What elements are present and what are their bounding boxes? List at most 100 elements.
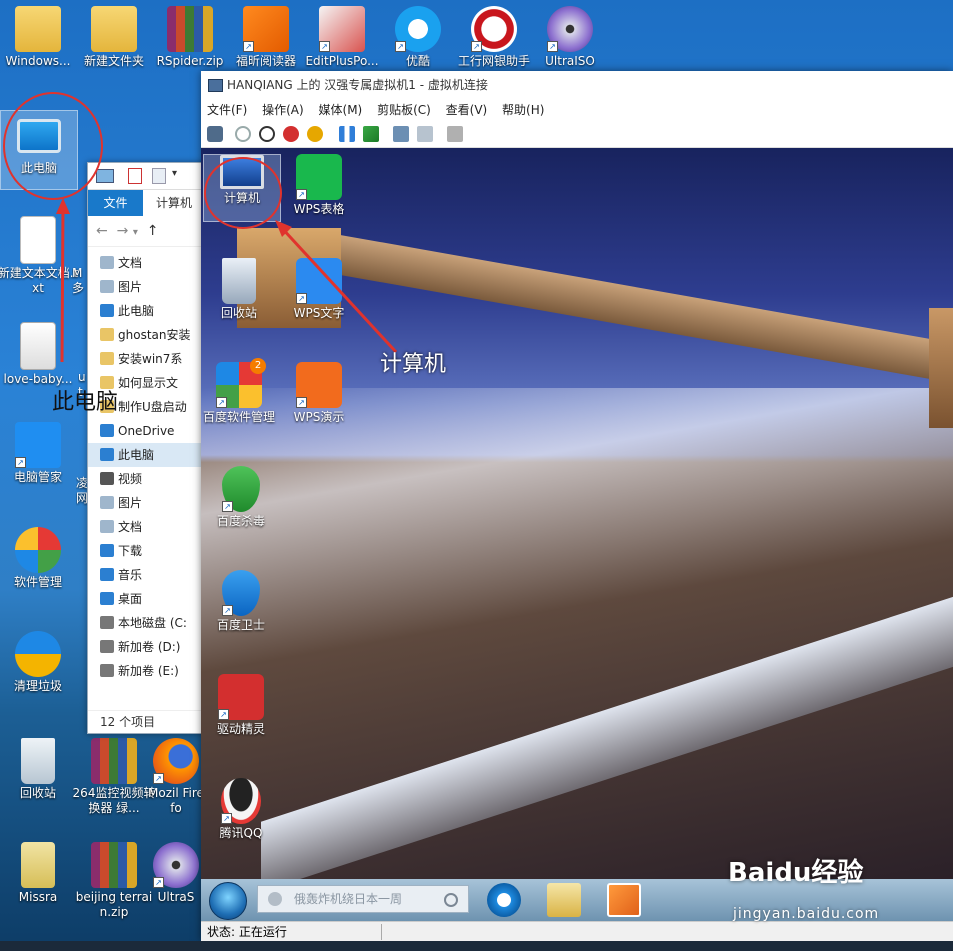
qq-icon: ↗ [221, 778, 261, 824]
file-explorer-window[interactable]: ▾ 文件 计算机 ← → ▾ ↑ 文档 图片 此电脑 ghostan安装 安装win7系… [87, 162, 209, 734]
tree-item[interactable]: 安装win7系 [88, 347, 208, 371]
ctrl-alt-del-icon[interactable] [207, 126, 223, 142]
desktop-icon-love-baby[interactable]: love-baby... [0, 322, 80, 387]
desktop-icon-foxit[interactable]: ↗ 福昕阅读器 [224, 6, 308, 69]
tree-item-label: 安装win7系 [118, 352, 183, 366]
tree-item-label: OneDrive [118, 424, 175, 438]
menu-help[interactable]: 帮助(H) [502, 103, 544, 117]
desktop-icon-pc-manager[interactable]: ↗ 电脑管家 [0, 422, 80, 485]
guest-icon-qq[interactable]: ↗ 腾讯QQ [203, 778, 279, 840]
desktop-icon-youku[interactable]: ↗ 优酷 [376, 6, 460, 69]
desktop-icon-icbc[interactable]: ↗ 工行网银助手 [452, 6, 536, 69]
desktop-icon-missra[interactable]: Missra [0, 842, 80, 905]
computer-icon [96, 169, 114, 183]
start-icon[interactable] [235, 126, 251, 142]
desktop-icon-software-manager[interactable]: 软件管理 [0, 527, 80, 590]
guest-icon-baidu-antivirus[interactable]: ↗ 百度杀毒 [203, 466, 279, 528]
tree-item-icon [100, 448, 114, 461]
forward-icon[interactable]: → [117, 223, 129, 239]
folder-icon [91, 6, 137, 52]
desktop-icon-windows[interactable]: Windows... [0, 6, 80, 69]
menu-view[interactable]: 查看(V) [446, 103, 488, 117]
highlight-circle-this-pc [3, 92, 103, 200]
tree-item[interactable]: 新加卷 (D:) [88, 635, 208, 659]
properties-icon[interactable] [128, 168, 142, 184]
search-icon[interactable] [444, 893, 458, 907]
vm-guest-screen[interactable]: 计算机 ↗ WPS表格 回收站 ↗ WPS文字 2 ↗ 百度软件管理 ↗ WPS… [201, 148, 953, 879]
tree-item[interactable]: 文档 [88, 515, 208, 539]
revert-icon[interactable] [417, 126, 433, 142]
driver-genius-icon: ↗ [218, 674, 264, 720]
desktop-icon-ultraiso[interactable]: ↗ UltraISO [528, 6, 612, 69]
tree-item[interactable]: OneDrive [88, 419, 208, 443]
menu-file[interactable]: 文件(F) [207, 103, 247, 117]
tree-item-label: 图片 [118, 496, 143, 510]
guest-icon-wps-presentation[interactable]: ↗ WPS演示 [281, 362, 357, 424]
resume-icon[interactable] [363, 126, 379, 142]
baidu-antivirus-icon: ↗ [222, 466, 260, 512]
desktop-icon-rspider-zip[interactable]: RSpider.zip [148, 6, 232, 69]
text-file-icon [20, 216, 56, 264]
firefox-icon: ↗ [153, 738, 199, 784]
media-player-icon[interactable] [607, 883, 641, 917]
internet-explorer-icon[interactable] [487, 883, 521, 917]
desktop-icon-new-folder[interactable]: 新建文件夹 [72, 6, 156, 69]
back-icon[interactable]: ← [96, 223, 108, 239]
desktop-icon-ultraiso-2[interactable]: ↗ UltraS [148, 842, 204, 905]
winrar-icon [91, 842, 137, 888]
menu-action[interactable]: 操作(A) [262, 103, 304, 117]
tree-item-label: 桌面 [118, 592, 143, 606]
tree-item-icon [100, 568, 114, 581]
tab-file[interactable]: 文件 [88, 190, 143, 216]
desktop-icon-beijing-zip[interactable]: beijing terrain.zip [72, 842, 156, 920]
tree-item[interactable]: 图片 [88, 491, 208, 515]
tree-item[interactable]: 此电脑 [88, 443, 208, 467]
guest-icon-wps-writer[interactable]: ↗ WPS文字 [281, 258, 357, 320]
tree-item[interactable]: 下载 [88, 539, 208, 563]
desktop-icon-new-text[interactable]: 新建文本文档.txt [0, 216, 80, 296]
tree-item-label: 音乐 [118, 568, 143, 582]
menu-media[interactable]: 媒体(M) [319, 103, 363, 117]
tree-item[interactable]: 文档 [88, 251, 208, 275]
ultraiso-icon: ↗ [153, 842, 199, 888]
guest-icon-wps-spreadsheet[interactable]: ↗ WPS表格 [281, 154, 357, 216]
guest-icon-driver-genius[interactable]: ↗ 驱动精灵 [203, 674, 279, 736]
tree-item-label: 文档 [118, 520, 143, 534]
save-icon[interactable] [307, 126, 323, 142]
turn-off-icon[interactable] [259, 126, 275, 142]
tree-item[interactable]: 桌面 [88, 587, 208, 611]
desktop-icon-partial[interactable]: M 多 [72, 216, 86, 296]
desktop-icon-recycle-bin[interactable]: 回收站 [0, 738, 80, 801]
notification-badge: 2 [250, 358, 266, 374]
guest-icon-recycle-bin[interactable]: 回收站 [201, 258, 277, 320]
menu-clipboard[interactable]: 剪贴板(C) [377, 103, 431, 117]
desktop-icon-cleanup[interactable]: 清理垃圾 [0, 631, 80, 694]
new-folder-icon[interactable] [152, 168, 166, 184]
chevron-down-icon[interactable]: ▾ [133, 227, 138, 238]
up-icon[interactable]: ↑ [147, 223, 159, 239]
tree-item[interactable]: 图片 [88, 275, 208, 299]
guest-icon-baidu-software[interactable]: 2 ↗ 百度软件管理 [201, 358, 277, 424]
shutdown-icon[interactable] [283, 126, 299, 142]
desktop-icon-firefox[interactable]: ↗ Mozil Firefo [148, 738, 204, 816]
start-button[interactable] [209, 882, 247, 920]
file-explorer-icon[interactable] [547, 883, 581, 917]
desktop-icon-editplus[interactable]: ↗ EditPlusPo... [300, 6, 384, 69]
guest-icon-baidu-guard[interactable]: ↗ 百度卫士 [203, 570, 279, 632]
tree-item[interactable]: 音乐 [88, 563, 208, 587]
tree-item[interactable]: 本地磁盘 (C: [88, 611, 208, 635]
tree-item-label: 此电脑 [118, 304, 155, 318]
tab-computer[interactable]: 计算机 [156, 190, 192, 216]
dropdown-icon[interactable]: ▾ [172, 168, 177, 179]
tree-item[interactable]: 视频 [88, 467, 208, 491]
checkpoint-icon[interactable] [393, 126, 409, 142]
vm-connection-window[interactable]: HANQIANG 上的 汉强专属虚拟机1 - 虚拟机连接 文件(F) 操作(A)… [201, 71, 953, 941]
tree-item[interactable]: ghostan安装 [88, 323, 208, 347]
search-input[interactable]: 俄轰炸机绕日本一周 [257, 885, 469, 913]
pause-icon[interactable] [339, 126, 355, 142]
baidu-jingyan-watermark: Baidu经验 [728, 858, 864, 888]
enhanced-session-icon[interactable] [447, 126, 463, 142]
tree-item[interactable]: 新加卷 (E:) [88, 659, 208, 683]
tree-item[interactable]: 此电脑 [88, 299, 208, 323]
desktop-icon-264-converter[interactable]: 264监控视频转换器 绿... [72, 738, 156, 816]
